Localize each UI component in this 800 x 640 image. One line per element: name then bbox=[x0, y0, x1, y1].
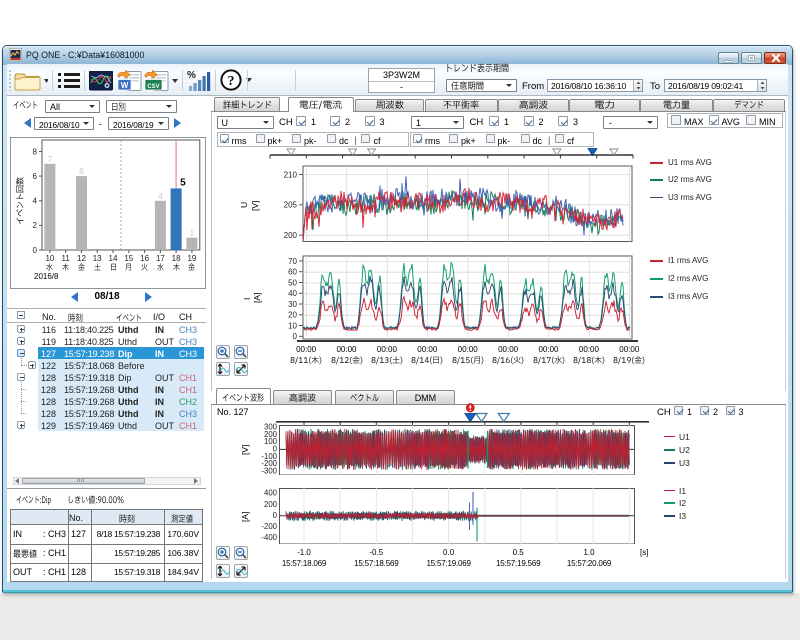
svg-text:2: 2 bbox=[33, 221, 38, 230]
svg-text:20: 20 bbox=[288, 311, 297, 320]
svg-text:30: 30 bbox=[288, 300, 297, 309]
svg-text:50: 50 bbox=[288, 278, 297, 287]
svg-text:0: 0 bbox=[273, 511, 278, 520]
svg-text:4: 4 bbox=[33, 197, 38, 206]
svg-text:7: 7 bbox=[48, 154, 53, 164]
svg-text:400: 400 bbox=[264, 489, 278, 498]
svg-text:5: 5 bbox=[180, 177, 186, 188]
svg-text:4: 4 bbox=[158, 191, 163, 201]
svg-text:40: 40 bbox=[288, 289, 297, 298]
svg-text:210: 210 bbox=[284, 170, 298, 179]
svg-text:CSV: CSV bbox=[147, 84, 159, 90]
svg-text:0: 0 bbox=[33, 246, 38, 255]
svg-text:1: 1 bbox=[190, 228, 195, 238]
svg-text:200: 200 bbox=[264, 500, 278, 509]
svg-text:6: 6 bbox=[79, 166, 84, 176]
svg-text:-300: -300 bbox=[261, 466, 277, 475]
svg-text:60: 60 bbox=[288, 268, 297, 277]
svg-text:8: 8 bbox=[33, 147, 38, 156]
svg-text:200: 200 bbox=[284, 231, 298, 240]
svg-text:205: 205 bbox=[284, 201, 298, 210]
svg-text:W: W bbox=[121, 81, 129, 90]
svg-text:-400: -400 bbox=[261, 533, 277, 542]
svg-text:70: 70 bbox=[288, 257, 297, 266]
svg-text:%: % bbox=[187, 70, 196, 81]
svg-text:6: 6 bbox=[33, 172, 38, 181]
svg-text:?: ? bbox=[228, 74, 235, 89]
svg-text:-200: -200 bbox=[261, 522, 277, 531]
svg-text:10: 10 bbox=[288, 321, 297, 330]
